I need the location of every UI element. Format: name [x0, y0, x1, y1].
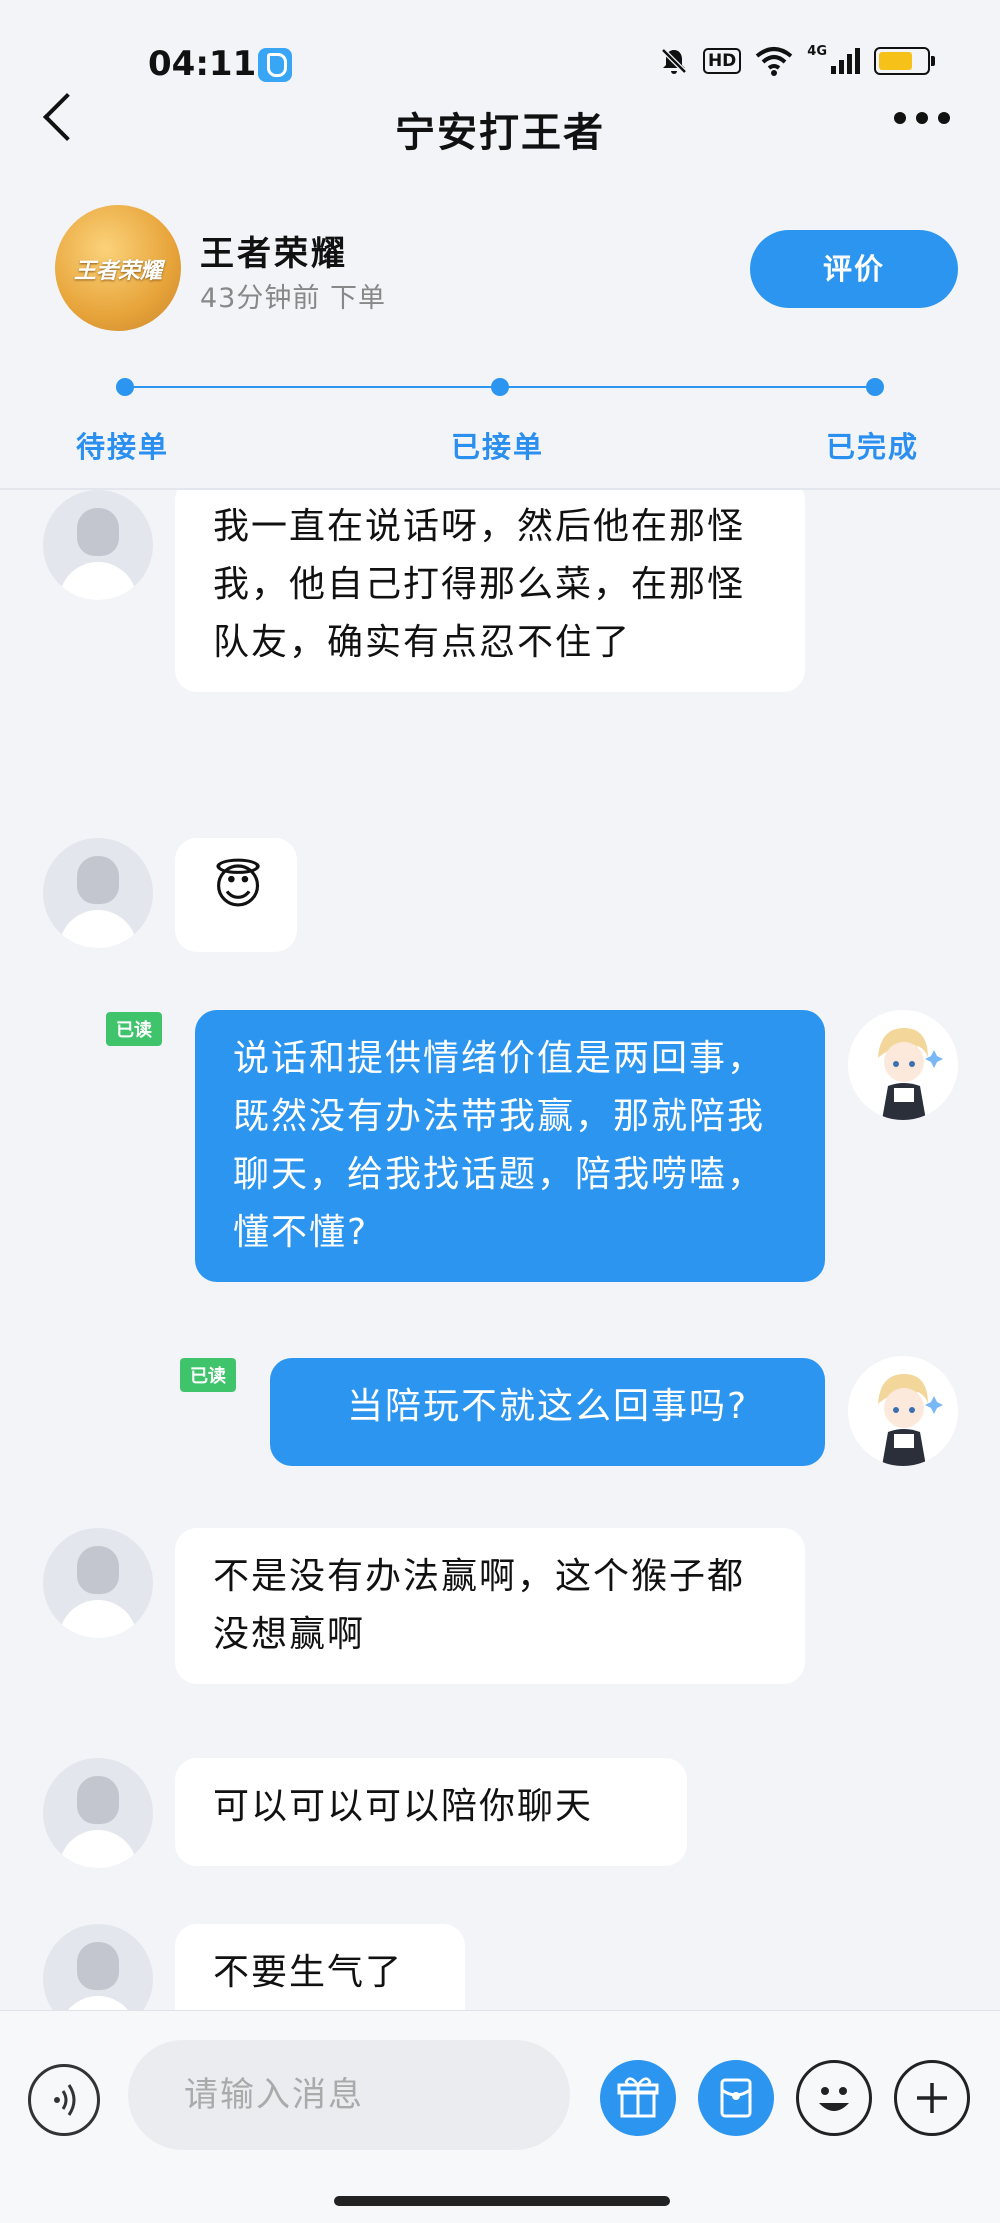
other-avatar[interactable]	[43, 1924, 153, 2010]
step-dot-accepted	[491, 378, 509, 396]
my-message-bubble[interactable]: 当陪玩不就这么回事吗?	[270, 1358, 825, 1466]
emoji-icon[interactable]	[796, 2060, 872, 2136]
app-icon	[258, 48, 292, 82]
message-bubble-emoji[interactable]: 😇	[175, 838, 297, 952]
my-avatar[interactable]	[848, 1010, 958, 1120]
battery-icon	[874, 47, 935, 75]
page-title: 宁安打王者	[395, 110, 605, 156]
other-avatar[interactable]	[43, 838, 153, 948]
anime-avatar-image	[848, 1010, 958, 1120]
message-input[interactable]	[128, 2040, 570, 2150]
chat-list[interactable]: 我一直在说话呀，然后他在那怪我，他自己打得那么菜，在那怪队友，确实有点忍不住了 …	[0, 490, 1000, 2010]
order-time: 43分钟前 下单	[200, 283, 386, 314]
my-message-bubble[interactable]: 说话和提供情绪价值是两回事，既然没有办法带我赢，那就陪我聊天，给我找话题，陪我唠…	[195, 1010, 825, 1282]
other-avatar[interactable]	[43, 1758, 153, 1868]
game-logo: 王者荣耀	[55, 205, 181, 331]
signal-icon	[831, 48, 860, 74]
rate-button[interactable]: 评价	[750, 230, 958, 308]
other-avatar[interactable]	[43, 1528, 153, 1638]
home-indicator[interactable]	[334, 2196, 670, 2206]
other-avatar[interactable]	[43, 490, 153, 600]
game-logo-text: 王者荣耀	[73, 259, 162, 284]
step-dot-completed	[866, 378, 884, 396]
voice-icon[interactable]	[28, 2064, 100, 2136]
red-packet-icon[interactable]	[698, 2060, 774, 2136]
gift-icon[interactable]	[600, 2060, 676, 2136]
status-time: 04:11	[148, 44, 257, 84]
read-tag: 已读	[106, 1012, 162, 1046]
status-icons: HD 4G	[659, 43, 935, 76]
hd-badge: HD	[702, 48, 742, 74]
message-bubble[interactable]: 不是没有办法赢啊，这个猴子都没想赢啊	[175, 1528, 805, 1684]
message-bubble[interactable]: 我一直在说话呀，然后他在那怪我，他自己打得那么菜，在那怪队友，确实有点忍不住了	[175, 490, 805, 692]
network-label: 4G	[807, 43, 827, 59]
anime-avatar-image	[848, 1356, 958, 1466]
more-icon[interactable]	[894, 112, 950, 124]
my-avatar[interactable]	[848, 1356, 958, 1466]
message-bubble[interactable]: 不要生气了	[175, 1924, 465, 2010]
step-label-pending: 待接单	[76, 430, 170, 464]
step-label-accepted: 已接单	[451, 430, 545, 464]
wifi-icon	[756, 47, 793, 76]
step-dot-pending	[116, 378, 134, 396]
game-name: 王者荣耀	[200, 234, 348, 274]
step-label-completed: 已完成	[826, 430, 920, 464]
plus-icon[interactable]	[894, 2060, 970, 2136]
read-tag: 已读	[180, 1358, 236, 1392]
mute-bell-icon	[661, 48, 687, 74]
message-bubble[interactable]: 可以可以可以陪你聊天	[175, 1758, 687, 1866]
